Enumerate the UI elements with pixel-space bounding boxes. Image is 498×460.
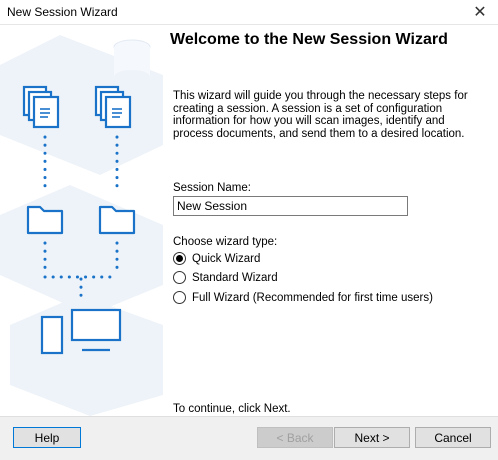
radio-full-wizard[interactable]: Full Wizard (Recommended for first time …	[173, 291, 433, 304]
radio-quick-wizard[interactable]: Quick Wizard	[173, 252, 260, 265]
radio-label: Standard Wizard	[192, 271, 278, 284]
continue-hint: To continue, click Next.	[173, 403, 291, 415]
window-title: New Session Wizard	[7, 5, 118, 19]
session-name-input[interactable]	[173, 196, 408, 216]
radio-standard-wizard[interactable]: Standard Wizard	[173, 271, 278, 284]
wizard-illustration	[0, 25, 163, 416]
button-bar: Help < Back Next > Cancel	[0, 416, 498, 460]
workflow-illustration	[0, 35, 163, 416]
radio-button-icon[interactable]	[173, 291, 186, 304]
intro-text: This wizard will guide you through the n…	[173, 90, 468, 140]
wizard-type-label: Choose wizard type:	[173, 236, 278, 248]
radio-button-icon[interactable]	[173, 271, 186, 284]
wizard-content: Welcome to the New Session Wizard This w…	[163, 25, 498, 416]
help-button[interactable]: Help	[13, 427, 81, 448]
radio-label: Full Wizard (Recommended for first time …	[192, 291, 433, 304]
back-button[interactable]: < Back	[257, 427, 333, 448]
folder-icon	[98, 205, 136, 235]
next-button[interactable]: Next >	[334, 427, 410, 448]
session-name-label: Session Name:	[173, 182, 251, 194]
radio-button-icon[interactable]	[173, 252, 186, 265]
radio-selected-dot	[176, 255, 183, 262]
title-bar: New Session Wizard ✕	[0, 0, 498, 25]
radio-label: Quick Wizard	[192, 252, 261, 265]
page-title: Welcome to the New Session Wizard	[170, 31, 448, 48]
cancel-button[interactable]: Cancel	[415, 427, 491, 448]
close-icon[interactable]: ✕	[462, 0, 498, 24]
folder-icon	[26, 205, 64, 235]
